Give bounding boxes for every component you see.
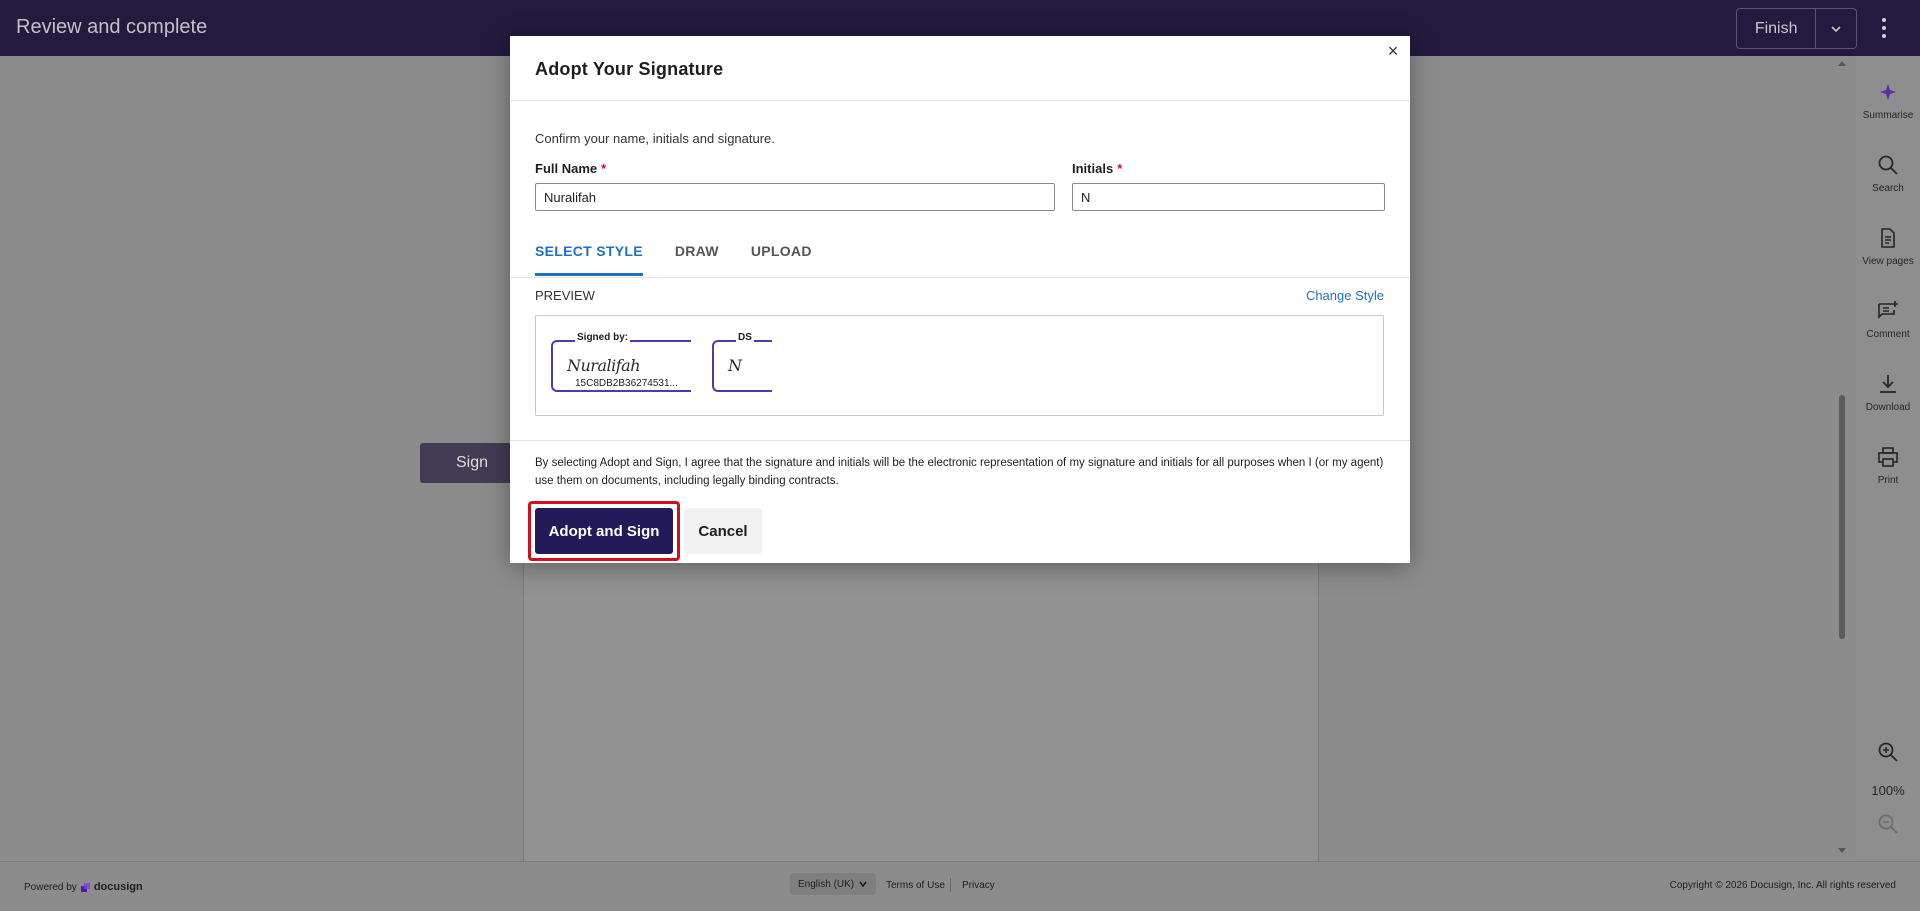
legal-agreement-text: By selecting Adopt and Sign, I agree tha… [535, 457, 1384, 487]
kebab-menu-icon [1882, 18, 1886, 38]
signature-tabs: SELECT STYLE DRAW UPLOAD [535, 243, 812, 276]
adopt-signature-dialog: × Adopt Your Signature Confirm your name… [510, 36, 1410, 563]
docusign-logo-icon [80, 882, 90, 892]
initials-input[interactable] [1072, 183, 1385, 211]
preview-divider [510, 440, 1410, 441]
tab-select-style[interactable]: SELECT STYLE [535, 243, 643, 276]
copyright-text: Copyright © 2026 Docusign, Inc. All righ… [1669, 880, 1896, 891]
dialog-title: Adopt Your Signature [535, 59, 724, 79]
search-tool[interactable]: Search [1856, 153, 1920, 194]
full-name-input[interactable] [535, 183, 1055, 211]
cancel-button[interactable]: Cancel [684, 508, 762, 554]
print-icon [1878, 447, 1898, 467]
language-label: English (UK) [798, 878, 855, 890]
initials-label: Initials * [1072, 161, 1123, 176]
download-tool[interactable]: Download [1856, 372, 1920, 413]
powered-by: Powered by docusign [24, 881, 143, 893]
initials-preview-block: DS N [712, 332, 772, 392]
tab-draw[interactable]: DRAW [675, 243, 719, 276]
download-label: Download [1865, 402, 1911, 413]
scroll-down-arrow-icon[interactable] [1836, 846, 1848, 856]
signature-id: 15C8DB2B36274531... [575, 378, 678, 389]
zoom-out-icon[interactable] [1876, 812, 1900, 836]
header-divider [510, 100, 1410, 101]
right-toolbar: Summarise Search View pages Comment Down… [1856, 56, 1920, 861]
required-marker: * [601, 161, 607, 176]
privacy-link[interactable]: Privacy [962, 880, 995, 891]
terms-link[interactable]: Terms of Use [886, 880, 945, 891]
change-style-link[interactable]: Change Style [1306, 288, 1384, 303]
signature-script: Nuralifah [567, 356, 641, 375]
tabs-divider [510, 277, 1410, 278]
view-pages-tool[interactable]: View pages [1856, 226, 1920, 267]
finish-button[interactable]: Finish [1737, 9, 1817, 48]
tab-upload[interactable]: UPLOAD [751, 243, 812, 276]
chevron-down-icon [859, 881, 867, 888]
language-selector[interactable]: English (UK) [790, 873, 877, 895]
print-tool[interactable]: Print [1856, 445, 1920, 486]
initials-script: N [728, 356, 742, 375]
signed-by-caption: Signed by: [575, 332, 631, 343]
print-label: Print [1877, 475, 1899, 486]
page-title: Review and complete [16, 16, 208, 38]
footer: Powered by docusign English (UK) Terms o… [0, 861, 1920, 911]
comment-tool[interactable]: Comment [1856, 299, 1920, 340]
close-icon[interactable]: × [1384, 42, 1402, 60]
download-icon [1880, 375, 1896, 393]
finish-options-button[interactable] [1816, 9, 1856, 48]
search-label: Search [1872, 183, 1904, 194]
brand-name: docusign [93, 881, 143, 893]
required-marker: * [1117, 161, 1123, 176]
sparkle-icon [1880, 84, 1896, 100]
summarise-tool[interactable]: Summarise [1856, 80, 1920, 121]
zoom-in-icon[interactable] [1876, 740, 1900, 764]
signature-preview: Signed by: Nuralifah 15C8DB2B36274531...… [535, 315, 1384, 416]
preview-label: PREVIEW [535, 288, 595, 303]
more-options-button[interactable] [1868, 8, 1900, 48]
footer-divider [950, 878, 951, 892]
adopt-and-sign-button[interactable]: Adopt and Sign [535, 508, 673, 554]
instructions-text: Confirm your name, initials and signatur… [535, 131, 775, 146]
comment-icon [1878, 301, 1898, 319]
signature-preview-block: Signed by: Nuralifah 15C8DB2B36274531... [551, 332, 691, 392]
summarise-label: Summarise [1862, 110, 1914, 121]
pages-icon [1881, 228, 1895, 248]
initials-caption: DS [736, 332, 754, 343]
comment-label: Comment [1866, 329, 1910, 340]
view-pages-label: View pages [1862, 256, 1914, 267]
finish-button-group: Finish [1736, 8, 1857, 49]
full-name-label: Full Name * [535, 161, 607, 176]
scrollbar-thumb[interactable] [1839, 395, 1845, 639]
search-icon [1878, 155, 1898, 175]
zoom-level: 100% [1871, 783, 1905, 798]
chevron-down-icon [1831, 25, 1841, 32]
scroll-up-arrow-icon[interactable] [1836, 58, 1848, 68]
sign-tag[interactable]: Sign [420, 443, 524, 483]
powered-by-label: Powered by [24, 881, 77, 893]
